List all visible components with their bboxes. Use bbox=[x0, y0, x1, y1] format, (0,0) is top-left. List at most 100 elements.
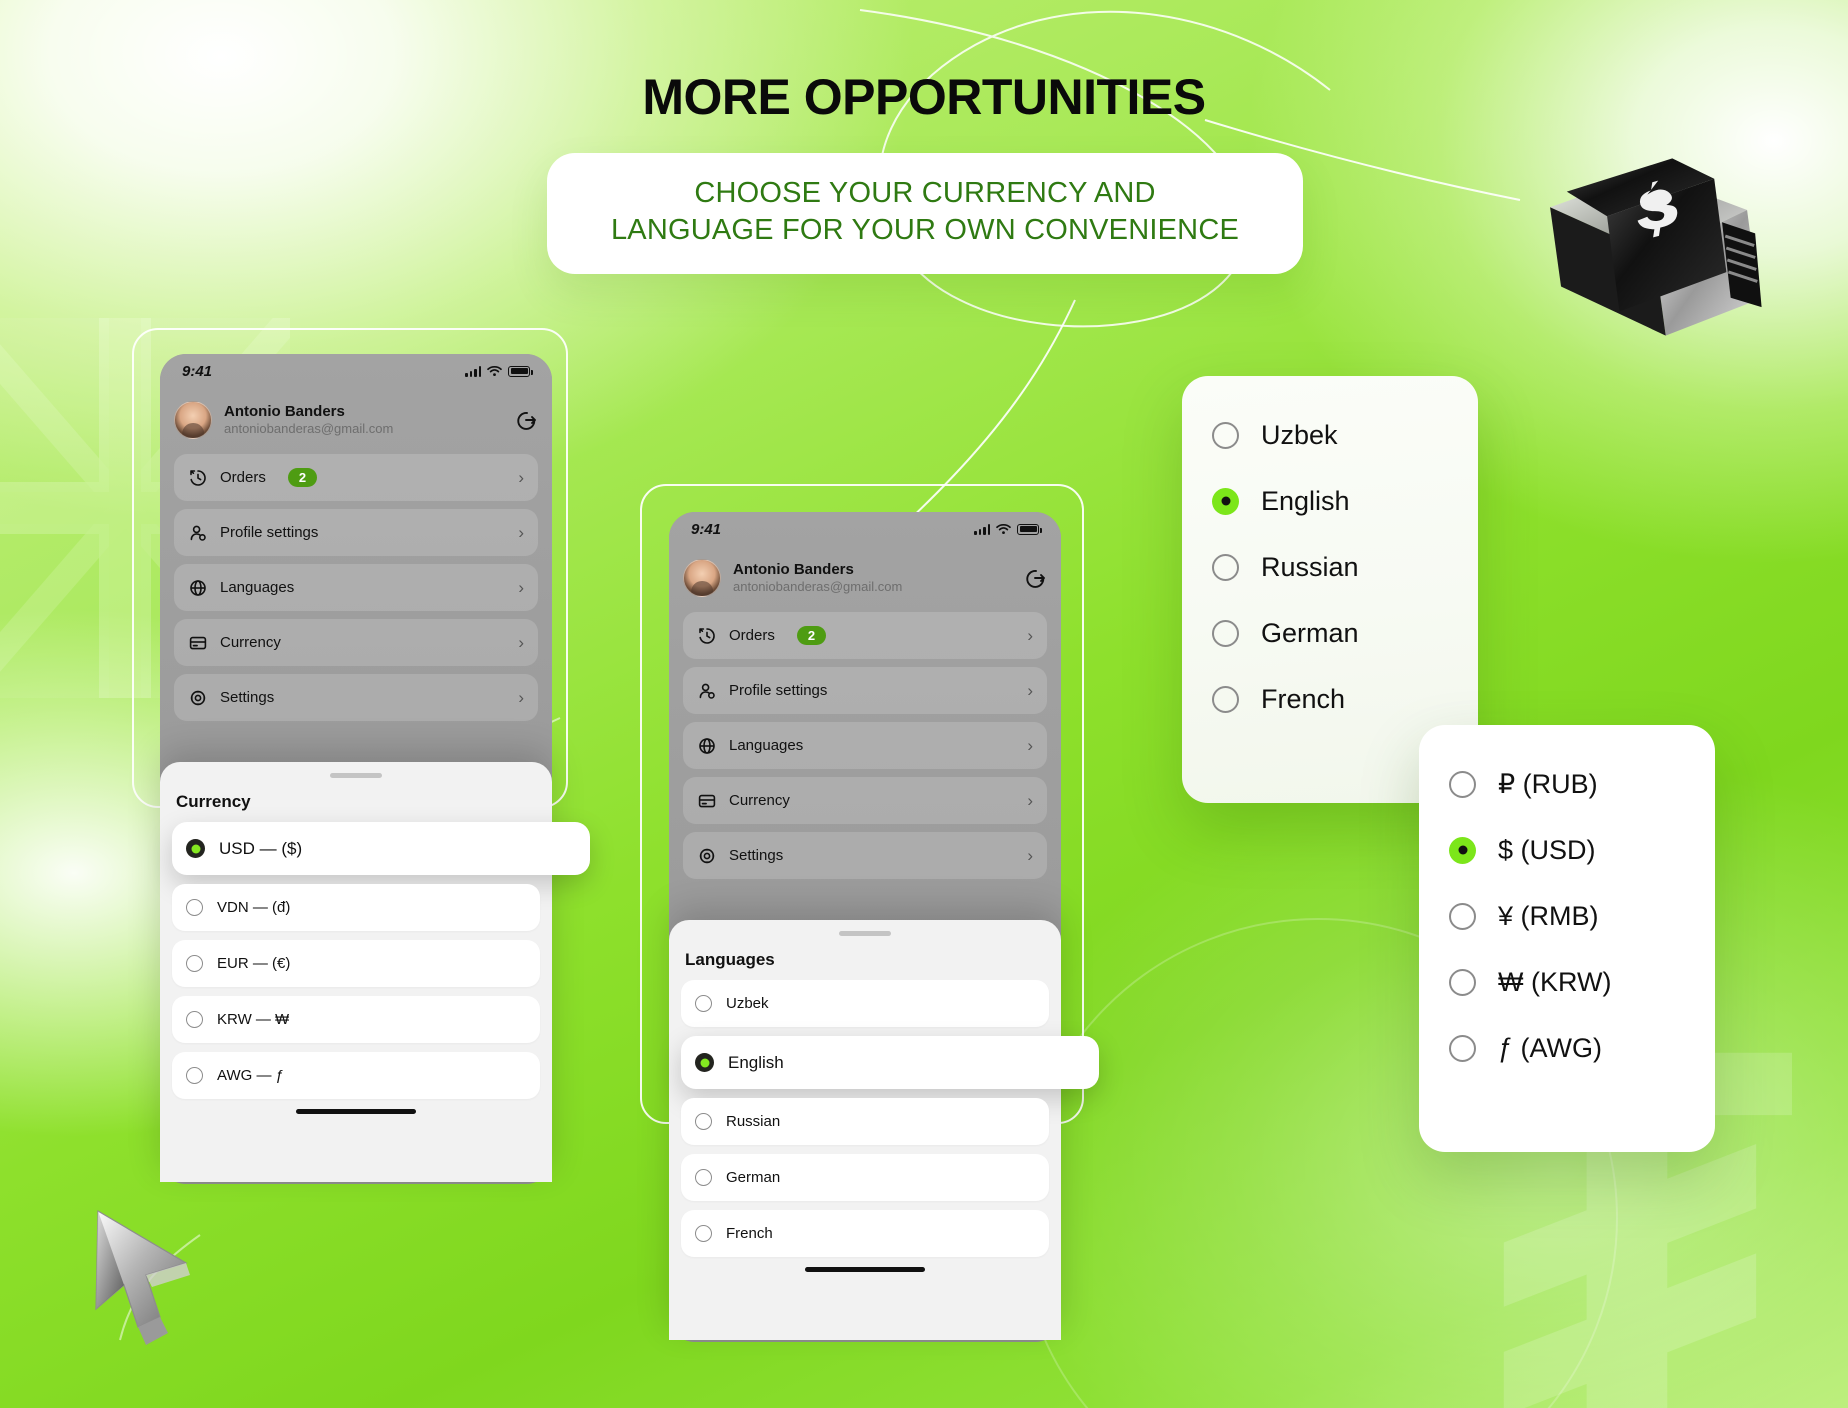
status-time: 9:41 bbox=[691, 520, 722, 538]
language-panel-option-russian[interactable]: Russian bbox=[1212, 534, 1448, 600]
orders-badge: 2 bbox=[796, 626, 827, 645]
chevron-right-icon: › bbox=[518, 578, 524, 597]
subtitle-card: CHOOSE YOUR CURRENCY AND LANGUAGE FOR YO… bbox=[547, 153, 1303, 275]
option-label: Uzbek bbox=[726, 995, 769, 1012]
option-label: Uzbek bbox=[1261, 419, 1338, 450]
status-icons bbox=[974, 523, 1042, 535]
menu-item-currency[interactable]: Currency › bbox=[174, 619, 538, 666]
currency-option-vdn[interactable]: VDN — (đ) bbox=[172, 884, 540, 931]
radio-selected-icon bbox=[1212, 487, 1239, 515]
menu-item-label: Currency bbox=[220, 634, 281, 651]
profile-header-right: Antonio Banders antoniobanderas@gmail.co… bbox=[683, 550, 1047, 606]
home-indicator bbox=[296, 1109, 416, 1114]
currency-panel-option-krw[interactable]: ₩ (KRW) bbox=[1449, 949, 1685, 1015]
menu-item-label: Languages bbox=[729, 737, 804, 754]
language-panel-option-french[interactable]: French bbox=[1212, 666, 1448, 732]
radio-icon bbox=[695, 1169, 712, 1186]
status-icons bbox=[465, 365, 533, 377]
option-label: ₩ (KRW) bbox=[1498, 966, 1612, 997]
language-panel-option-german[interactable]: German bbox=[1212, 600, 1448, 666]
option-label: Russian bbox=[726, 1113, 781, 1130]
menu-item-orders[interactable]: Orders 2 › bbox=[683, 612, 1047, 659]
status-time: 9:41 bbox=[182, 362, 213, 380]
wifi-icon bbox=[487, 365, 502, 376]
globe-icon bbox=[699, 737, 715, 754]
language-option-russian[interactable]: Russian bbox=[681, 1098, 1049, 1145]
option-label: KRW — ₩ bbox=[217, 1011, 290, 1028]
option-label: $ (USD) bbox=[1498, 834, 1596, 865]
battery-icon bbox=[508, 365, 533, 377]
radio-icon bbox=[1212, 685, 1239, 713]
chevron-right-icon: › bbox=[518, 468, 524, 487]
radio-icon bbox=[1449, 902, 1476, 930]
option-label: Russian bbox=[1261, 551, 1359, 582]
menu-item-profile-settings[interactable]: Profile settings › bbox=[174, 509, 538, 556]
radio-selected-icon bbox=[695, 1053, 714, 1072]
chevron-right-icon: › bbox=[518, 633, 524, 652]
profile-header-left: Antonio Banders antoniobanderas@gmail.co… bbox=[174, 392, 538, 448]
settings-icon bbox=[190, 690, 206, 705]
option-label: German bbox=[726, 1169, 781, 1186]
logout-button[interactable] bbox=[512, 407, 538, 433]
globe-icon bbox=[190, 579, 206, 596]
currency-panel-option-rmb[interactable]: ¥ (RMB) bbox=[1449, 883, 1685, 949]
avatar bbox=[683, 559, 721, 597]
currency-option-usd[interactable]: USD — ($) bbox=[172, 822, 590, 875]
logout-icon bbox=[517, 412, 536, 430]
currency-panel-option-awg[interactable]: ƒ (AWG) bbox=[1449, 1015, 1685, 1081]
cellular-signal-icon bbox=[465, 365, 481, 377]
languages-sheet: Languages Uzbek English Russian German F… bbox=[669, 920, 1099, 1340]
settings-icon bbox=[699, 848, 715, 863]
radio-icon bbox=[695, 1113, 712, 1130]
chevron-right-icon: › bbox=[1027, 846, 1033, 865]
menu-item-settings[interactable]: Settings › bbox=[174, 674, 538, 721]
wifi-icon bbox=[996, 523, 1011, 534]
radio-icon bbox=[695, 1225, 712, 1242]
currency-option-eur[interactable]: EUR — (€) bbox=[172, 940, 540, 987]
radio-selected-icon bbox=[1449, 836, 1476, 864]
option-label: EUR — (€) bbox=[217, 955, 291, 972]
currency-option-krw[interactable]: KRW — ₩ bbox=[172, 996, 540, 1043]
radio-icon bbox=[1212, 553, 1239, 581]
menu-item-orders[interactable]: Orders 2 › bbox=[174, 454, 538, 501]
language-option-uzbek[interactable]: Uzbek bbox=[681, 980, 1049, 1027]
subtitle-line-2: LANGUAGE FOR YOUR OWN CONVENIENCE bbox=[610, 213, 1240, 246]
menu-item-settings[interactable]: Settings › bbox=[683, 832, 1047, 879]
menu-item-profile-settings[interactable]: Profile settings › bbox=[683, 667, 1047, 714]
menu-item-languages[interactable]: Languages › bbox=[174, 564, 538, 611]
menu-item-label: Profile settings bbox=[729, 682, 828, 699]
radio-icon bbox=[1212, 619, 1239, 647]
option-label: English bbox=[728, 1052, 784, 1072]
menu-item-languages[interactable]: Languages › bbox=[683, 722, 1047, 769]
language-panel-option-uzbek[interactable]: Uzbek bbox=[1212, 402, 1448, 468]
radio-icon bbox=[186, 1011, 203, 1028]
currency-panel-option-usd[interactable]: $ (USD) bbox=[1449, 817, 1685, 883]
radio-icon bbox=[186, 955, 203, 972]
subtitle-line-1: CHOOSE YOUR CURRENCY AND bbox=[694, 177, 1156, 209]
menu-item-label: Currency bbox=[729, 792, 790, 809]
menu-item-label: Settings bbox=[220, 689, 275, 706]
language-option-french[interactable]: French bbox=[681, 1210, 1049, 1257]
profile-name: Antonio Banders bbox=[733, 560, 854, 578]
menu-item-label: Settings bbox=[729, 847, 784, 864]
currency-option-awg[interactable]: AWG — ƒ bbox=[172, 1052, 540, 1099]
logout-button[interactable] bbox=[1021, 565, 1047, 591]
sheet-title: Languages bbox=[685, 950, 775, 969]
profile-name: Antonio Banders bbox=[224, 402, 345, 420]
menu-item-currency[interactable]: Currency › bbox=[683, 777, 1047, 824]
radio-icon bbox=[1449, 770, 1476, 798]
chevron-right-icon: › bbox=[1027, 736, 1033, 755]
option-label: USD — ($) bbox=[219, 838, 303, 858]
option-label: German bbox=[1261, 617, 1359, 648]
currency-panel-option-rub[interactable]: ₽ (RUB) bbox=[1449, 751, 1685, 817]
page-title: MORE OPPORTUNITIES bbox=[642, 69, 1206, 125]
option-label: ƒ (AWG) bbox=[1498, 1032, 1602, 1063]
option-label: ¥ (RMB) bbox=[1498, 900, 1599, 931]
language-panel-option-english[interactable]: English bbox=[1212, 468, 1448, 534]
language-option-german[interactable]: German bbox=[681, 1154, 1049, 1201]
cellular-signal-icon bbox=[974, 523, 990, 535]
chevron-right-icon: › bbox=[1027, 791, 1033, 810]
option-label: French bbox=[726, 1225, 773, 1242]
option-label: English bbox=[1261, 485, 1350, 516]
language-option-english[interactable]: English bbox=[681, 1036, 1099, 1089]
